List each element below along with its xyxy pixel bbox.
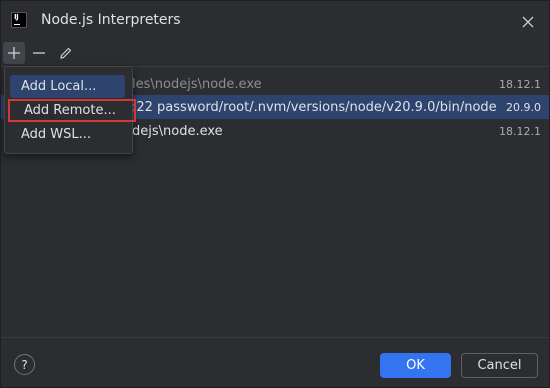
close-icon: [522, 16, 534, 28]
add-interpreter-popup-menu: Add Local... Add Remote... Add WSL...: [4, 66, 136, 154]
title-bar: IJ Node.js Interpreters: [1, 1, 550, 41]
menu-item-add-local[interactable]: Add Local...: [10, 75, 125, 98]
node-interpreters-dialog: IJ Node.js Interpreters les\nodejs\node.…: [0, 0, 550, 388]
add-interpreter-button[interactable]: [3, 42, 25, 64]
logo-text: IJ: [14, 13, 19, 21]
remove-interpreter-button[interactable]: [28, 42, 50, 64]
pencil-icon: [60, 47, 72, 59]
minus-icon: [33, 52, 45, 54]
cancel-button[interactable]: Cancel: [461, 353, 538, 378]
close-button[interactable]: [517, 11, 539, 33]
interpreter-path: :22 password/root/.nvm/versions/node/v20…: [132, 99, 497, 115]
edit-interpreter-button[interactable]: [55, 42, 77, 64]
plus-icon: [8, 47, 20, 59]
interpreter-version: 18.12.1: [499, 124, 541, 138]
dialog-title: Node.js Interpreters: [41, 12, 181, 28]
interpreter-version: 18.12.1: [499, 77, 541, 91]
interpreter-path: les\nodejs\node.exe: [132, 76, 262, 92]
menu-item-add-wsl[interactable]: Add WSL...: [10, 123, 125, 146]
interpreter-version: 20.9.0: [506, 100, 541, 114]
ok-button[interactable]: OK: [380, 353, 451, 378]
interpreters-toolbar: [1, 42, 550, 64]
intellij-logo-icon: IJ: [11, 12, 27, 28]
interpreter-path: dejs\node.exe: [132, 123, 223, 139]
help-button[interactable]: ?: [14, 354, 35, 375]
menu-item-add-remote[interactable]: Add Remote...: [8, 99, 136, 122]
